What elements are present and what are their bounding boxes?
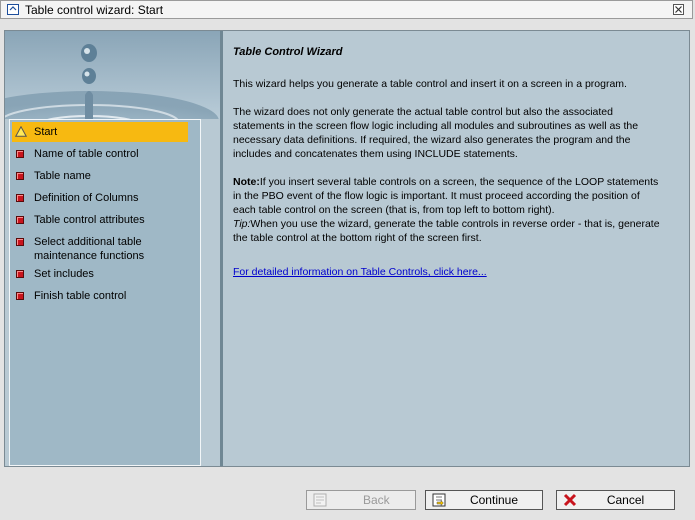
- note-paragraph: Note:If you insert several table control…: [233, 175, 663, 245]
- step-label: Name of table control: [34, 148, 139, 160]
- water-drop-image: [5, 31, 220, 119]
- tip-label: Tip:: [233, 218, 251, 230]
- red-square-icon: [16, 270, 24, 278]
- continue-label: Continue: [469, 493, 519, 507]
- table-controls-info-link[interactable]: For detailed information on Table Contro…: [233, 266, 487, 278]
- content-heading: Table Control Wizard: [233, 46, 343, 58]
- back-button[interactable]: Back: [306, 490, 416, 510]
- step-label: Table name: [34, 170, 91, 182]
- step-name-of-table-control[interactable]: Name of table control: [12, 144, 188, 164]
- red-square-icon: [16, 172, 24, 180]
- red-square-icon: [16, 292, 24, 300]
- red-square-icon: [16, 194, 24, 202]
- step-label: Finish table control: [34, 290, 127, 302]
- title-bar: Table control wizard: Start: [0, 0, 693, 19]
- steps-list: Start Name of table control Table name D…: [9, 119, 201, 466]
- window-title: Table control wizard: Start: [25, 3, 164, 17]
- step-label: Definition of Columns: [34, 192, 139, 204]
- step-select-additional-functions[interactable]: Select additional table maintenance func…: [12, 232, 188, 264]
- tip-text: When you use the wizard, generate the ta…: [233, 218, 660, 244]
- warning-triangle-icon: [15, 126, 27, 137]
- step-label: Set includes: [34, 268, 94, 280]
- step-finish-table-control[interactable]: Finish table control: [12, 286, 188, 306]
- details-paragraph: The wizard does not only generate the ac…: [233, 106, 639, 160]
- step-set-includes[interactable]: Set includes: [12, 264, 188, 284]
- close-icon: [675, 6, 682, 13]
- back-label: Back: [363, 493, 390, 507]
- cancel-label: Cancel: [606, 493, 645, 507]
- close-button[interactable]: [673, 4, 684, 15]
- wizard-window-icon: [7, 4, 19, 15]
- continue-button[interactable]: Continue: [425, 490, 543, 510]
- back-icon: [313, 493, 327, 507]
- cancel-button[interactable]: Cancel: [556, 490, 675, 510]
- wizard-description: Table Control Wizard This wizard helps y…: [233, 45, 663, 293]
- red-square-icon: [16, 238, 24, 246]
- note-label: Note:: [233, 176, 260, 188]
- step-start[interactable]: Start: [12, 122, 188, 142]
- wizard-frame: Start Name of table control Table name D…: [4, 30, 690, 467]
- step-table-name[interactable]: Table name: [12, 166, 188, 186]
- step-label: Select additional table maintenance func…: [34, 236, 145, 262]
- step-label: Start: [34, 126, 58, 138]
- intro-paragraph: This wizard helps you generate a table c…: [233, 78, 627, 90]
- red-square-icon: [16, 150, 24, 158]
- content-pane: Table Control Wizard This wizard helps y…: [223, 31, 689, 466]
- red-square-icon: [16, 216, 24, 224]
- step-definition-of-columns[interactable]: Definition of Columns: [12, 188, 188, 208]
- note-text: If you insert several table controls on …: [233, 176, 659, 216]
- steps-pane: Start Name of table control Table name D…: [5, 31, 223, 466]
- step-label: Table control attributes: [34, 214, 145, 226]
- step-table-control-attributes[interactable]: Table control attributes: [12, 210, 188, 230]
